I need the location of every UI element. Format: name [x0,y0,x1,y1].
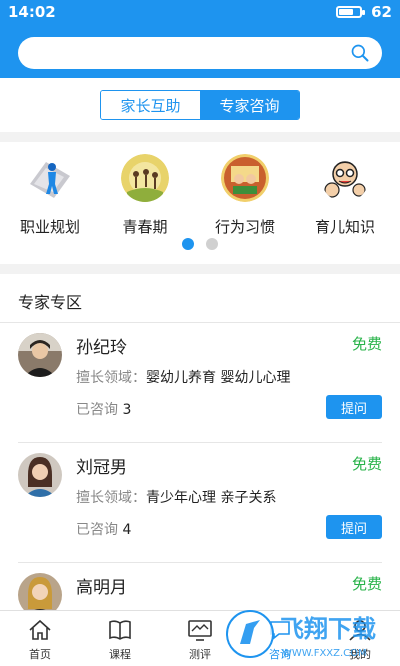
free-badge: 免费 [351,455,382,473]
parenting-knowledge-icon [324,161,366,198]
category-adolescence[interactable]: 青春期 [95,154,195,237]
battery-level: 62 [371,3,392,21]
tab-parent-mutual-help[interactable]: 家长互助 [101,91,200,119]
expert-card[interactable]: 高明月 免费 [0,563,400,610]
ask-button[interactable]: 提问 [326,395,382,419]
category-grid: 职业规划 青春期 行为习惯 育儿知识 [0,142,400,264]
category-parenting-knowledge[interactable]: 育儿知识 [295,154,395,237]
expert-name: 孙纪玲 [76,338,127,358]
expert-avatar [18,453,62,497]
category-label: 青春期 [122,218,168,236]
category-behavior-habits[interactable]: 行为习惯 [195,154,295,237]
nav-item-courses[interactable]: 课程 [80,617,160,662]
career-planning-icon [30,162,70,198]
nav-item-home[interactable]: 首页 [0,617,80,662]
status-time: 14:02 [8,3,56,21]
consult-count: 已咨询 4 [76,519,131,539]
nav-label: 首页 [29,648,51,661]
monitor-icon [188,620,212,641]
expert-card[interactable]: 刘冠男 免费 擅长领域：青少年心理 亲子关系 已咨询 4 提问 [0,443,400,563]
consult-count: 已咨询 3 [76,399,131,419]
pager-dots [0,238,400,250]
category-label: 行为习惯 [214,218,275,236]
experts-section: 专家专区 孙纪玲 免费 擅长领域：婴幼儿养育 婴幼儿心理 已咨询 3 提问 刘冠… [0,274,400,610]
category-career-planning[interactable]: 职业规划 [0,154,100,237]
field-key: 擅长领域： [76,490,146,506]
adolescence-icon [121,154,169,202]
behavior-habits-icon [221,154,269,202]
segment-control: 家长互助 专家咨询 [100,90,300,120]
pager-dot[interactable] [182,238,194,250]
expert-avatar [18,333,62,377]
expert-card[interactable]: 孙纪玲 免费 擅长领域：婴幼儿养育 婴幼儿心理 已咨询 3 提问 [0,323,400,443]
avatar-photo [18,453,62,497]
tab-expert-consultation[interactable]: 专家咨询 [200,91,299,119]
expert-field: 擅长领域：婴幼儿养育 婴幼儿心理 [76,367,290,387]
consult-label: 已咨询 [76,402,118,418]
field-value: 青少年心理 亲子关系 [146,490,277,506]
search-icon[interactable] [350,43,370,63]
avatar-photo [18,333,62,377]
expert-name: 刘冠男 [76,458,127,478]
book-icon [109,620,131,640]
battery-level-fill [339,9,353,15]
consult-label: 已咨询 [76,522,118,538]
category-label: 职业规划 [19,218,80,236]
status-bar: 14:02 62 [0,0,400,24]
free-badge: 免费 [351,575,382,593]
search-input[interactable] [18,37,382,69]
avatar-photo [18,573,62,610]
battery-icon [336,6,365,18]
field-value: 婴幼儿养育 婴幼儿心理 [146,370,291,386]
consult-number: 4 [122,522,132,538]
ask-button[interactable]: 提问 [326,515,382,539]
watermark-text: 飞翔下载 [280,615,376,643]
expert-field: 擅长领域：青少年心理 亲子关系 [76,487,276,507]
category-label: 育儿知识 [314,218,375,236]
expert-avatar [18,573,62,610]
nav-label: 课程 [109,648,131,661]
field-key: 擅长领域： [76,370,146,386]
watermark-logo: 飞翔下载 WWW.FXXZ.COM [226,610,376,659]
section-title: 专家专区 [18,293,83,312]
home-icon [29,619,51,640]
header [0,24,400,78]
pager-dot[interactable] [206,238,218,250]
free-badge: 免费 [351,335,382,353]
expert-name: 高明月 [76,578,127,598]
nav-label: 测评 [189,648,211,661]
watermark-site: WWW.FXXZ.COM [282,648,367,659]
consult-number: 3 [122,402,132,418]
segment-area: 家长互助 专家咨询 [0,78,400,132]
